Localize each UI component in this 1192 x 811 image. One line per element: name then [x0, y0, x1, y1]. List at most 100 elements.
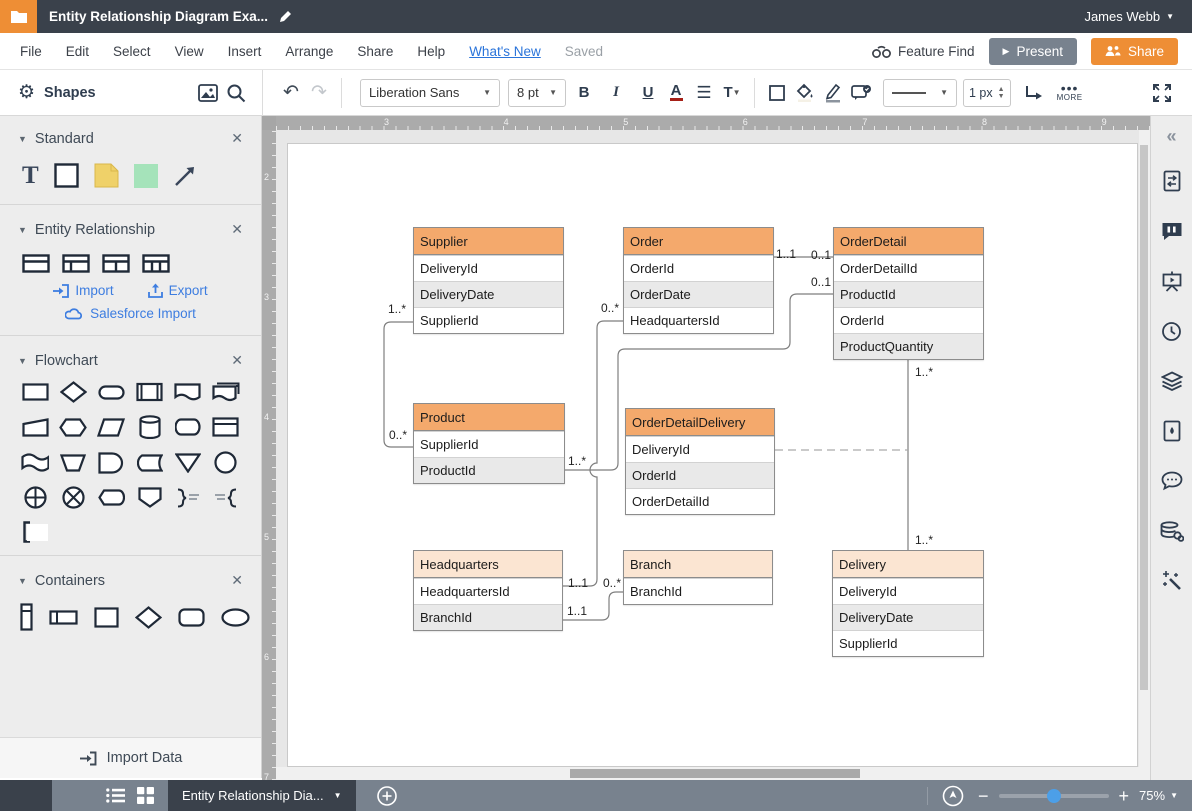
- cardinality-label[interactable]: 0..*: [601, 301, 619, 315]
- menu-file[interactable]: File: [20, 44, 42, 59]
- close-icon[interactable]: ✕: [231, 221, 243, 238]
- collapse-caret-icon[interactable]: ▼: [18, 576, 27, 586]
- export-link[interactable]: Export: [148, 283, 208, 298]
- erd-table-orderdetaildelivery[interactable]: OrderDetailDeliveryDeliveryIdOrderIdOrde…: [625, 408, 775, 515]
- shape-stored-data[interactable]: [137, 454, 163, 472]
- shape-decision[interactable]: [60, 381, 87, 403]
- user-menu[interactable]: James Webb ▼: [1084, 9, 1174, 24]
- more-tools-button[interactable]: •••MORE: [1057, 83, 1083, 102]
- horizontal-scrollbar-thumb[interactable]: [570, 769, 860, 778]
- erd-table-orderdetail[interactable]: OrderDetailOrderDetailIdProductIdOrderId…: [833, 227, 984, 360]
- cardinality-label[interactable]: 1..1: [567, 604, 587, 618]
- italic-button[interactable]: I: [602, 78, 630, 108]
- data-linking-icon[interactable]: [1151, 506, 1192, 556]
- page-grid-icon[interactable]: [130, 780, 160, 811]
- section-flowchart[interactable]: ▼ Flowchart ✕: [0, 338, 261, 375]
- menu-share[interactable]: Share: [357, 44, 393, 59]
- zoom-slider[interactable]: [999, 794, 1109, 798]
- page-tab[interactable]: Entity Relationship Dia... ▼: [168, 780, 356, 811]
- page-style-icon[interactable]: [1151, 406, 1192, 456]
- redo-button[interactable]: ↷: [305, 78, 333, 108]
- import-link[interactable]: Import: [53, 283, 113, 298]
- zoom-level[interactable]: 75% ▼: [1139, 788, 1178, 803]
- import-data-button[interactable]: Import Data: [0, 737, 262, 778]
- zoom-slider-knob[interactable]: [1047, 789, 1061, 803]
- zoom-fit-icon[interactable]: [938, 780, 968, 811]
- shape-colored-square[interactable]: [134, 164, 158, 188]
- shape-rectangle-container[interactable]: [94, 607, 119, 628]
- shape-er-entity-2[interactable]: [62, 254, 90, 273]
- text-options-button[interactable]: T▼: [718, 78, 746, 108]
- shape-or[interactable]: [24, 486, 47, 509]
- close-icon[interactable]: ✕: [231, 130, 243, 147]
- salesforce-import-link[interactable]: Salesforce Import: [65, 306, 196, 321]
- comments-icon[interactable]: [1151, 456, 1192, 506]
- text-align-button[interactable]: ☰: [690, 78, 718, 108]
- insert-image-icon[interactable]: [194, 78, 222, 108]
- menu-view[interactable]: View: [175, 44, 204, 59]
- cardinality-label[interactable]: 0..1: [811, 275, 831, 289]
- shape-document[interactable]: [174, 382, 201, 402]
- shape-delay[interactable]: [98, 452, 124, 474]
- shape-merge[interactable]: [175, 453, 201, 473]
- erd-table-product[interactable]: ProductSupplierIdProductId: [413, 403, 565, 484]
- line-width-stepper[interactable]: 1 px ▲▼: [963, 79, 1011, 107]
- shape-style-icon[interactable]: [763, 78, 791, 108]
- fullscreen-icon[interactable]: [1148, 78, 1176, 108]
- shape-er-entity-1[interactable]: [22, 254, 50, 273]
- sticky-notes-icon[interactable]: [1151, 206, 1192, 256]
- gear-icon[interactable]: ⚙: [18, 81, 35, 104]
- cardinality-label[interactable]: 0..*: [603, 576, 621, 590]
- menu-select[interactable]: Select: [113, 44, 151, 59]
- shape-predefined-process[interactable]: [136, 382, 163, 402]
- shape-manual-input[interactable]: [22, 418, 49, 437]
- shape-preparation[interactable]: [59, 418, 87, 437]
- menu-arrange[interactable]: Arrange: [285, 44, 333, 59]
- section-entity-relationship[interactable]: ▼ Entity Relationship ✕: [0, 207, 261, 244]
- shape-rounded-container[interactable]: [178, 608, 205, 627]
- close-icon[interactable]: ✕: [231, 572, 243, 589]
- erd-table-branch[interactable]: BranchBranchId: [623, 550, 773, 605]
- present-button[interactable]: ▶ Present: [989, 38, 1077, 65]
- cardinality-label[interactable]: 1..*: [388, 302, 406, 316]
- line-routing-icon[interactable]: [1019, 78, 1047, 108]
- section-standard[interactable]: ▼ Standard ✕: [0, 116, 261, 153]
- cardinality-label[interactable]: 1..1: [776, 247, 796, 261]
- menu-whats-new[interactable]: What's New: [469, 44, 541, 59]
- font-color-button[interactable]: A: [662, 78, 690, 108]
- collapse-caret-icon[interactable]: ▼: [18, 225, 27, 235]
- shape-sticky-note[interactable]: [94, 163, 119, 188]
- page-list-icon[interactable]: [100, 780, 130, 811]
- menu-edit[interactable]: Edit: [66, 44, 89, 59]
- horizontal-scrollbar[interactable]: [276, 767, 1150, 780]
- font-family-select[interactable]: Liberation Sans ▼: [360, 79, 500, 107]
- erd-table-headquarters[interactable]: HeadquartersHeadquartersIdBranchId: [413, 550, 563, 631]
- shape-status-icon[interactable]: [847, 78, 875, 108]
- feature-find-button[interactable]: Feature Find: [872, 44, 975, 59]
- shape-text-bracket[interactable]: [22, 521, 48, 543]
- undo-button[interactable]: ↶: [277, 78, 305, 108]
- shape-multiple-documents[interactable]: [212, 382, 240, 403]
- presentation-icon[interactable]: [1151, 256, 1192, 306]
- fill-color-icon[interactable]: [791, 78, 819, 108]
- zoom-in-button[interactable]: +: [1119, 787, 1130, 805]
- shape-off-page-connector[interactable]: [138, 487, 162, 508]
- line-style-select[interactable]: ▼: [883, 79, 957, 107]
- collapse-dock-icon[interactable]: «: [1151, 116, 1192, 156]
- collapse-caret-icon[interactable]: ▼: [18, 356, 27, 366]
- shape-data[interactable]: [97, 418, 125, 437]
- shape-process[interactable]: [22, 382, 49, 402]
- shape-summing-junction[interactable]: [62, 486, 85, 509]
- cardinality-label[interactable]: 1..*: [568, 454, 586, 468]
- magic-wand-icon[interactable]: [1151, 556, 1192, 606]
- shape-er-entity-4[interactable]: [142, 254, 170, 273]
- share-button[interactable]: Share: [1091, 38, 1178, 65]
- erd-table-delivery[interactable]: DeliveryDeliveryIdDeliveryDateSupplierId: [832, 550, 984, 657]
- documents-folder-button[interactable]: [0, 0, 37, 33]
- vertical-scrollbar-thumb[interactable]: [1140, 145, 1148, 690]
- add-page-button[interactable]: [372, 780, 402, 811]
- section-containers[interactable]: ▼ Containers ✕: [0, 558, 261, 595]
- cardinality-label[interactable]: 0..*: [389, 428, 407, 442]
- document-settings-icon[interactable]: [1151, 156, 1192, 206]
- layers-icon[interactable]: [1151, 356, 1192, 406]
